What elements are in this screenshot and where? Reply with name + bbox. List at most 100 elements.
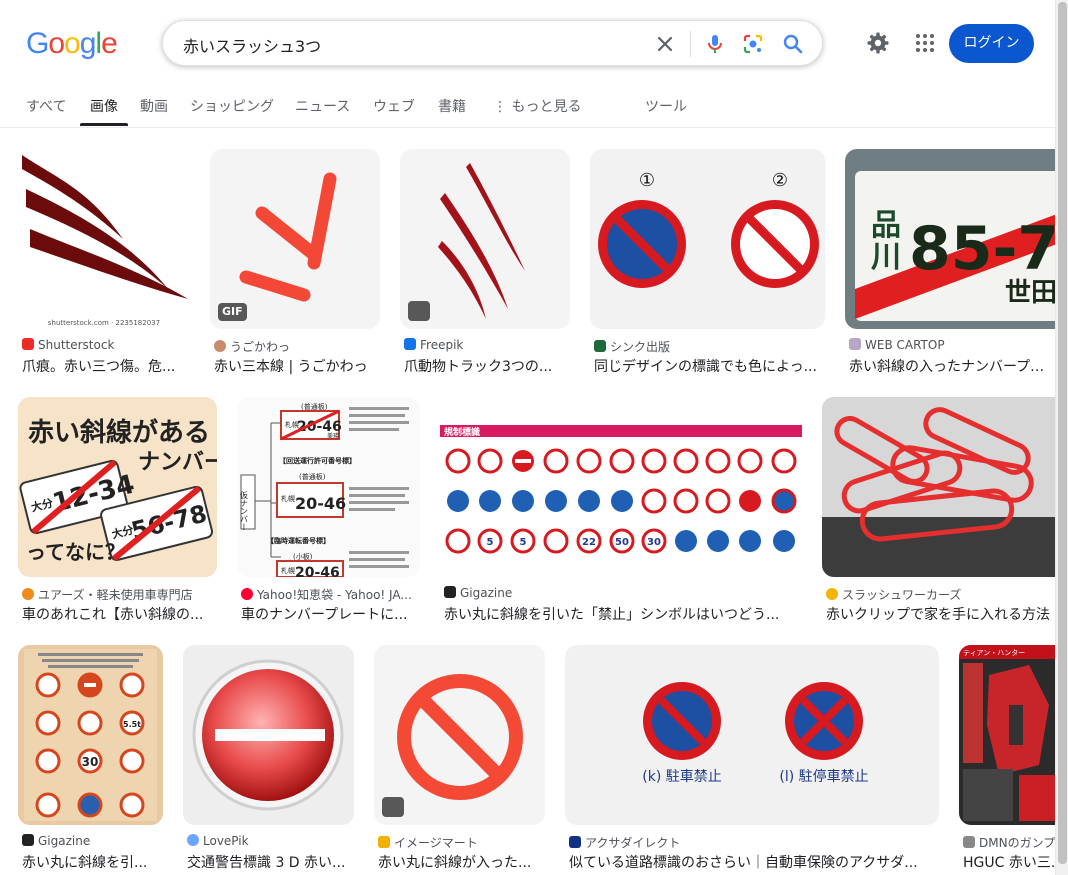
result-title[interactable]: 赤い丸に斜線を引... <box>22 852 163 872</box>
image-result[interactable]: shutterstock.com · 2235182037 Shuttersto… <box>18 149 190 379</box>
image-result[interactable]: (k) 駐車禁止 (l) 駐停車禁止 アクサダイレクト 似ている道路標識のおさら… <box>565 645 939 875</box>
result-thumbnail[interactable]: 規制標識 5 5 22 50 30 <box>440 397 802 577</box>
plate-text: 品 <box>871 208 901 243</box>
result-thumbnail[interactable]: 赤い斜線がある ナンバー 大分 12-34 大分 56-78 ってなに？ <box>18 397 217 577</box>
result-thumbnail[interactable]: ティアン・ハンター <box>959 645 1055 825</box>
image-result[interactable]: (普通板) 札幌 20-46 美瑛 仮ナンバー 【回送運行許可番号標】 (普通板… <box>237 397 420 627</box>
tab-images[interactable]: 画像 <box>90 96 118 116</box>
gear-icon[interactable] <box>866 31 890 55</box>
login-button[interactable]: ログイン <box>949 24 1034 63</box>
image-result[interactable]: LovePik 交通警告標識 3 D 赤い... <box>183 645 354 875</box>
result-source[interactable]: Yahoo!知恵袋 - Yahoo! JA... <box>241 586 420 603</box>
result-source[interactable]: イメージマート <box>378 834 545 851</box>
result-thumbnail[interactable]: shutterstock.com · 2235182037 <box>18 149 190 329</box>
claw-marks-image: shutterstock.com · 2235182037 <box>22 155 188 327</box>
scrollbar-thumb[interactable] <box>1058 2 1067 864</box>
logo-letter: g <box>79 27 97 60</box>
gunpla-box-image: ティアン・ハンター <box>959 645 1055 821</box>
result-source[interactable]: シンク出版 <box>594 338 825 355</box>
result-source[interactable]: うごかわっ <box>214 338 380 355</box>
result-title[interactable]: 赤い丸に斜線が入った... <box>378 852 545 872</box>
tab-news[interactable]: ニュース <box>295 96 350 116</box>
tab-web[interactable]: ウェブ <box>373 96 415 116</box>
more-vert-icon: ⋮ <box>493 99 507 115</box>
result-source[interactable]: ユアーズ・軽未使用車専門店 <box>22 586 217 603</box>
result-source[interactable]: LovePik <box>187 834 354 848</box>
result-thumbnail[interactable] <box>400 149 570 329</box>
vintage-signs-poster: 5.5t 30 <box>24 649 157 821</box>
tab-more[interactable]: ⋮ もっと見る <box>493 96 581 116</box>
active-tab-indicator <box>80 123 128 126</box>
result-title[interactable]: 赤い三本線 | うごかわっ <box>214 356 380 376</box>
result-source[interactable]: アクサダイレクト <box>569 834 939 851</box>
tab-tools[interactable]: ツール <box>645 96 687 116</box>
result-title[interactable]: 爪痕。赤い三つ傷。危... <box>22 356 190 376</box>
result-title[interactable]: 似ている道路標識のおさらい｜自動車保険のアクサダ... <box>569 852 939 872</box>
result-source[interactable]: Freepik <box>404 338 570 352</box>
search-box[interactable]: 赤いスラッシュ3つ <box>162 20 823 66</box>
result-title[interactable]: 交通警告標識 3 D 赤い... <box>187 852 354 872</box>
image-result[interactable]: スラッシュワーカーズ 赤いクリップで家を手に入れる方法 <box>822 397 1055 627</box>
result-thumbnail[interactable]: 品 川 85-7 世田 <box>845 149 1055 329</box>
image-result[interactable]: 品 川 85-7 世田 WEB CARTOP 赤い斜線の入ったナンバープレー..… <box>845 149 1055 379</box>
favicon-icon <box>569 836 581 848</box>
close-icon[interactable] <box>653 32 677 56</box>
result-title[interactable]: 赤いクリップで家を手に入れる方法 <box>826 604 1055 624</box>
search-input[interactable]: 赤いスラッシュ3つ <box>183 33 321 57</box>
image-result[interactable]: 赤い斜線がある ナンバー 大分 12-34 大分 56-78 ってなに？ ユアー… <box>18 397 217 627</box>
result-title[interactable]: 爪動物トラック3つの... <box>404 356 570 376</box>
result-thumbnail[interactable] <box>374 645 545 825</box>
result-title[interactable]: HGUC 赤い三... <box>963 852 1055 872</box>
source-name: シンク出版 <box>610 340 671 354</box>
tab-shopping[interactable]: ショッピング <box>190 96 274 116</box>
red-slashes-image <box>239 172 337 302</box>
parking-signs-image: (k) 駐車禁止 (l) 駐停車禁止 <box>642 682 869 785</box>
tab-books[interactable]: 書籍 <box>438 96 466 116</box>
result-thumbnail[interactable]: (k) 駐車禁止 (l) 駐停車禁止 <box>565 645 939 825</box>
diagram-text: 美瑛 <box>327 432 339 440</box>
result-thumbnail[interactable] <box>183 645 354 825</box>
image-result[interactable]: ① ② シンク出版 同じデザインの標識でも色によっ... <box>590 149 825 379</box>
3d-no-entry-sign <box>192 659 344 811</box>
temporary-plate-diagram: (普通板) 札幌 20-46 美瑛 仮ナンバー 【回送運行許可番号標】 (普通板… <box>240 402 409 577</box>
result-title[interactable]: 赤い丸に斜線を引いた「禁止」シンボルはいつどう... <box>444 604 802 624</box>
result-source[interactable]: WEB CARTOP <box>849 338 1055 352</box>
favicon-icon <box>187 834 199 846</box>
logo-letter: G <box>26 27 49 60</box>
result-title[interactable]: 赤い斜線の入ったナンバープレー... <box>849 356 1055 376</box>
search-icon[interactable] <box>781 32 805 56</box>
result-thumbnail[interactable]: 5.5t 30 <box>18 645 163 825</box>
tab-videos[interactable]: 動画 <box>140 96 168 116</box>
source-name: LovePik <box>203 834 249 848</box>
source-name: スラッシュワーカーズ <box>842 588 962 602</box>
microphone-icon[interactable] <box>703 32 727 56</box>
image-result[interactable]: ティアン・ハンター DMNのガンプ... HGUC 赤い三... <box>959 645 1055 875</box>
source-name: Freepik <box>420 338 464 352</box>
image-result[interactable]: GIF うごかわっ 赤い三本線 | うごかわっ <box>210 149 380 379</box>
apps-grid-icon[interactable] <box>913 31 937 55</box>
result-source[interactable]: Shutterstock <box>22 338 190 352</box>
result-title[interactable]: 車のあれこれ【赤い斜線の... <box>22 604 217 624</box>
diagram-text: 仮ナンバー <box>240 490 249 531</box>
result-thumbnail[interactable]: GIF <box>210 149 380 329</box>
tab-all[interactable]: すべて <box>26 96 66 116</box>
result-thumbnail[interactable] <box>822 397 1055 577</box>
result-thumbnail[interactable]: (普通板) 札幌 20-46 美瑛 仮ナンバー 【回送運行許可番号標】 (普通板… <box>237 397 420 577</box>
image-result[interactable]: 5.5t 30 Gigazine 赤い丸に斜線を引... <box>18 645 163 875</box>
image-result[interactable]: 規制標識 5 5 22 50 30 Gigazine 赤い丸に斜線を引いた「禁止… <box>440 397 802 627</box>
source-name: アクサダイレクト <box>585 836 681 850</box>
image-result[interactable]: イメージマート 赤い丸に斜線が入った... <box>374 645 545 875</box>
result-title[interactable]: 車のナンバープレートに... <box>241 604 420 624</box>
image-result[interactable]: Freepik 爪動物トラック3つの... <box>400 149 570 379</box>
result-source[interactable]: DMNのガンプ... <box>963 834 1055 851</box>
lens-icon[interactable] <box>741 32 765 56</box>
result-source[interactable]: Gigazine <box>444 586 802 600</box>
plate-text: 世田 <box>1005 278 1055 308</box>
result-title[interactable]: 同じデザインの標識でも色によっ... <box>594 356 825 376</box>
result-thumbnail[interactable]: ① ② <box>590 149 825 329</box>
result-source[interactable]: スラッシュワーカーズ <box>826 586 1055 603</box>
result-source[interactable]: Gigazine <box>22 834 163 848</box>
favicon-icon <box>594 340 606 352</box>
scrollbar[interactable] <box>1055 0 1068 875</box>
google-logo[interactable]: Google <box>26 27 118 61</box>
